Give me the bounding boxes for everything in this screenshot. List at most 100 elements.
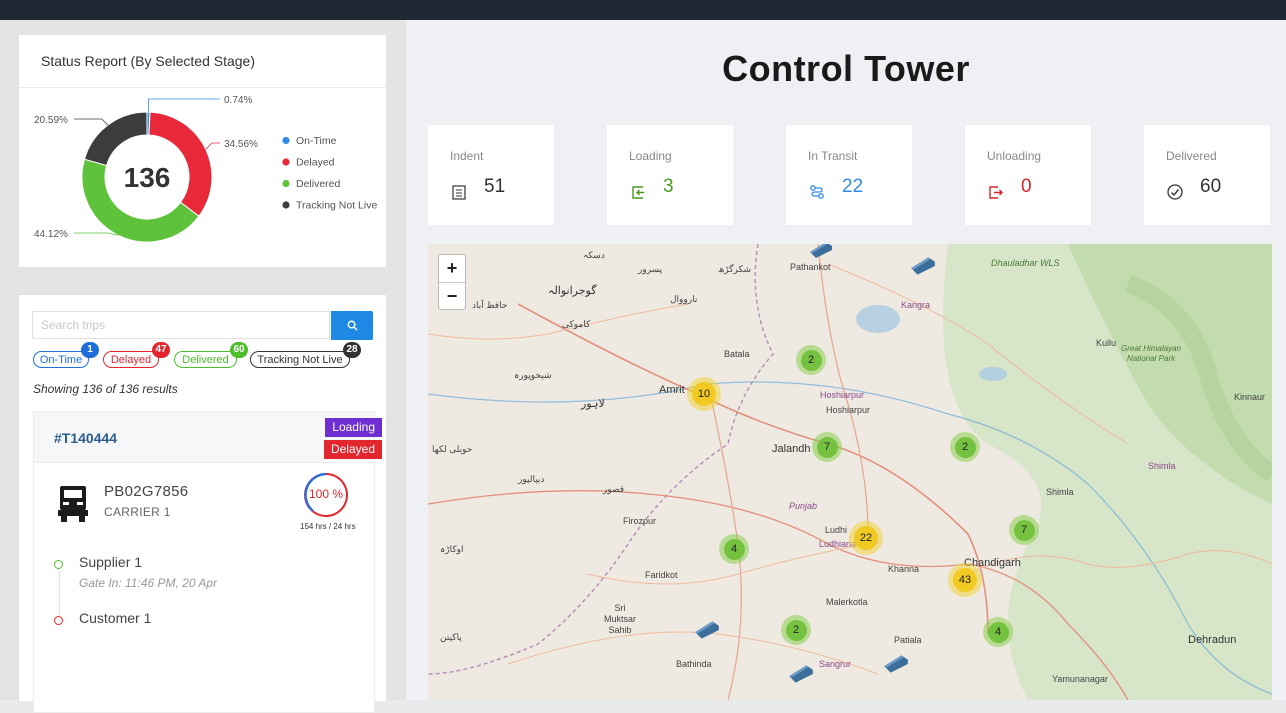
top-bar [0,0,1286,20]
stat-card-loading[interactable]: Loading 3 [607,125,733,225]
trip-header: #T140444 Loading Delayed [34,412,382,463]
stage-tag-loading: Loading [325,418,382,437]
truck-marker-icon[interactable] [808,244,834,260]
zoom-in-button[interactable]: + [439,255,465,282]
stat-label: Loading [629,149,672,163]
donut-leader-line [148,98,220,113]
filter-chip-delivered[interactable]: Delivered 60 [174,342,248,368]
search-trips-input[interactable] [32,311,330,339]
donut-slice-tracking-not-live[interactable] [83,111,148,167]
map-place-label: Bathinda [676,659,712,669]
page-title: Control Tower [722,48,970,89]
map-cluster-marker[interactable]: 2 [781,615,811,645]
filter-count-badge: 60 [230,342,248,358]
status-tag-delayed: Delayed [323,440,382,459]
map-place-label: Pathankot [790,262,831,272]
stat-card-in-transit[interactable]: In Transit 22 [786,125,912,225]
cluster-count: 4 [723,538,745,560]
truck-icon [58,486,88,522]
map-cluster-marker[interactable]: 43 [948,563,982,597]
map-place-label: گوجرانوالہ [548,285,597,297]
filter-chip-on-time[interactable]: On-Time 1 [33,342,99,368]
stat-value: 3 [663,176,674,197]
trips-panel: On-Time 1 Delayed 47 Delivered 60 Tracki… [18,294,387,713]
map-place-label: Hoshiarpur [826,405,871,415]
cluster-count: 4 [987,621,1009,643]
truck-marker-icon[interactable] [909,254,937,278]
zoom-out-button[interactable]: − [439,283,465,310]
donut-percent-label: 44.12% [34,229,68,240]
map-place-label: حافظ آباد [472,300,508,310]
map-place-label: Khanna [888,564,920,574]
filter-label: Delayed [110,354,152,366]
map-place-label: Sangrur [819,659,852,669]
divider [19,87,386,88]
map-place-label: لاہور [581,398,605,410]
legend-dot [282,136,290,145]
map-place-label: Kinnaur [1234,392,1266,402]
stat-label: Delivered [1166,149,1217,163]
truck-marker-icon[interactable] [693,618,721,642]
stat-card-indent[interactable]: Indent 51 [428,125,554,225]
map-place-label: شیخوپورہ [514,370,552,380]
search-button[interactable] [331,311,373,340]
trip-hours: 154 hrs / 24 hrs [300,522,356,531]
map-place-label: دیپالپور [518,474,545,484]
vehicle-number: PB02G7856 [104,483,189,500]
stat-label: Indent [450,149,484,163]
cluster-count: 43 [953,568,977,592]
map-cluster-marker[interactable]: 2 [796,345,826,375]
map-place-label: دسکہ [583,250,605,260]
map-place-label: قصور [603,484,625,494]
customer-name: Customer 1 [79,610,152,626]
stat-value: 22 [842,176,864,197]
stat-card-delivered[interactable]: Delivered 60 [1144,125,1270,225]
loading-icon [632,186,644,199]
filter-chip-delayed[interactable]: Delayed 47 [103,342,170,368]
truck-marker-icon[interactable] [787,662,815,686]
map-place-label: Shimla [1148,461,1176,471]
map-place-label: Firozpur [623,516,657,526]
status-report-title: Status Report (By Selected Stage) [41,53,255,69]
trip-id-link[interactable]: #T140444 [54,430,117,446]
map-place-label: حویلی لکھا [432,444,473,454]
legend-label[interactable]: On-Time [296,135,337,147]
map-cluster-marker[interactable]: 10 [687,377,721,411]
supplier-dot [54,560,63,569]
legend-dot [282,201,290,209]
map-place-label: Amrit [659,384,685,396]
stat-card-unloading[interactable]: Unloading 0 [965,125,1091,225]
map-cluster-marker[interactable]: 7 [812,432,842,462]
stat-value: 60 [1200,176,1222,197]
map-cluster-marker[interactable]: 4 [983,617,1013,647]
map-cluster-marker[interactable]: 4 [719,534,749,564]
map-view[interactable]: + − Pathankot Dhauladhar WLS Kangra Bata… [428,244,1272,700]
stat-label: Unloading [987,149,1042,163]
filter-chip-tracking-not-live[interactable]: Tracking Not Live 28 [250,342,361,368]
map-place-label: Shimla [1046,487,1074,497]
progress-percent: 100 % [308,487,344,501]
map-cluster-marker[interactable]: 22 [849,521,883,555]
map-place-label: اوکاڑہ [440,544,464,554]
map-place-label: Dhauladhar WLS [991,258,1060,268]
stat-value: 51 [484,176,506,197]
trip-card[interactable]: #T140444 Loading Delayed PB02G7856 CARRI… [33,411,382,713]
truck-marker-icon[interactable] [882,652,910,676]
map-cluster-marker[interactable]: 2 [950,432,980,462]
map-cluster-marker[interactable]: 7 [1009,515,1039,545]
cluster-count: 7 [1013,519,1035,541]
zoom-controls: + − [438,254,466,310]
donut-leader-line [205,142,220,150]
filter-label: On-Time [39,354,83,366]
legend-label[interactable]: Delivered [296,178,341,190]
customer-dot [54,616,63,625]
map-place-label: Patiala [894,635,922,645]
map-place-label: پسرور [638,264,663,274]
legend-label[interactable]: Delayed [296,157,335,169]
filter-count-badge: 1 [81,342,99,358]
gate-in-time: Gate In: 11:46 PM, 20 Apr [79,576,218,590]
map-place-label: Great Himalayan National Park [1120,344,1182,363]
map-place-label: کاموکی [562,319,591,329]
map-place-label: Malerkotla [826,597,868,607]
legend-label[interactable]: Tracking Not Live [296,200,377,212]
